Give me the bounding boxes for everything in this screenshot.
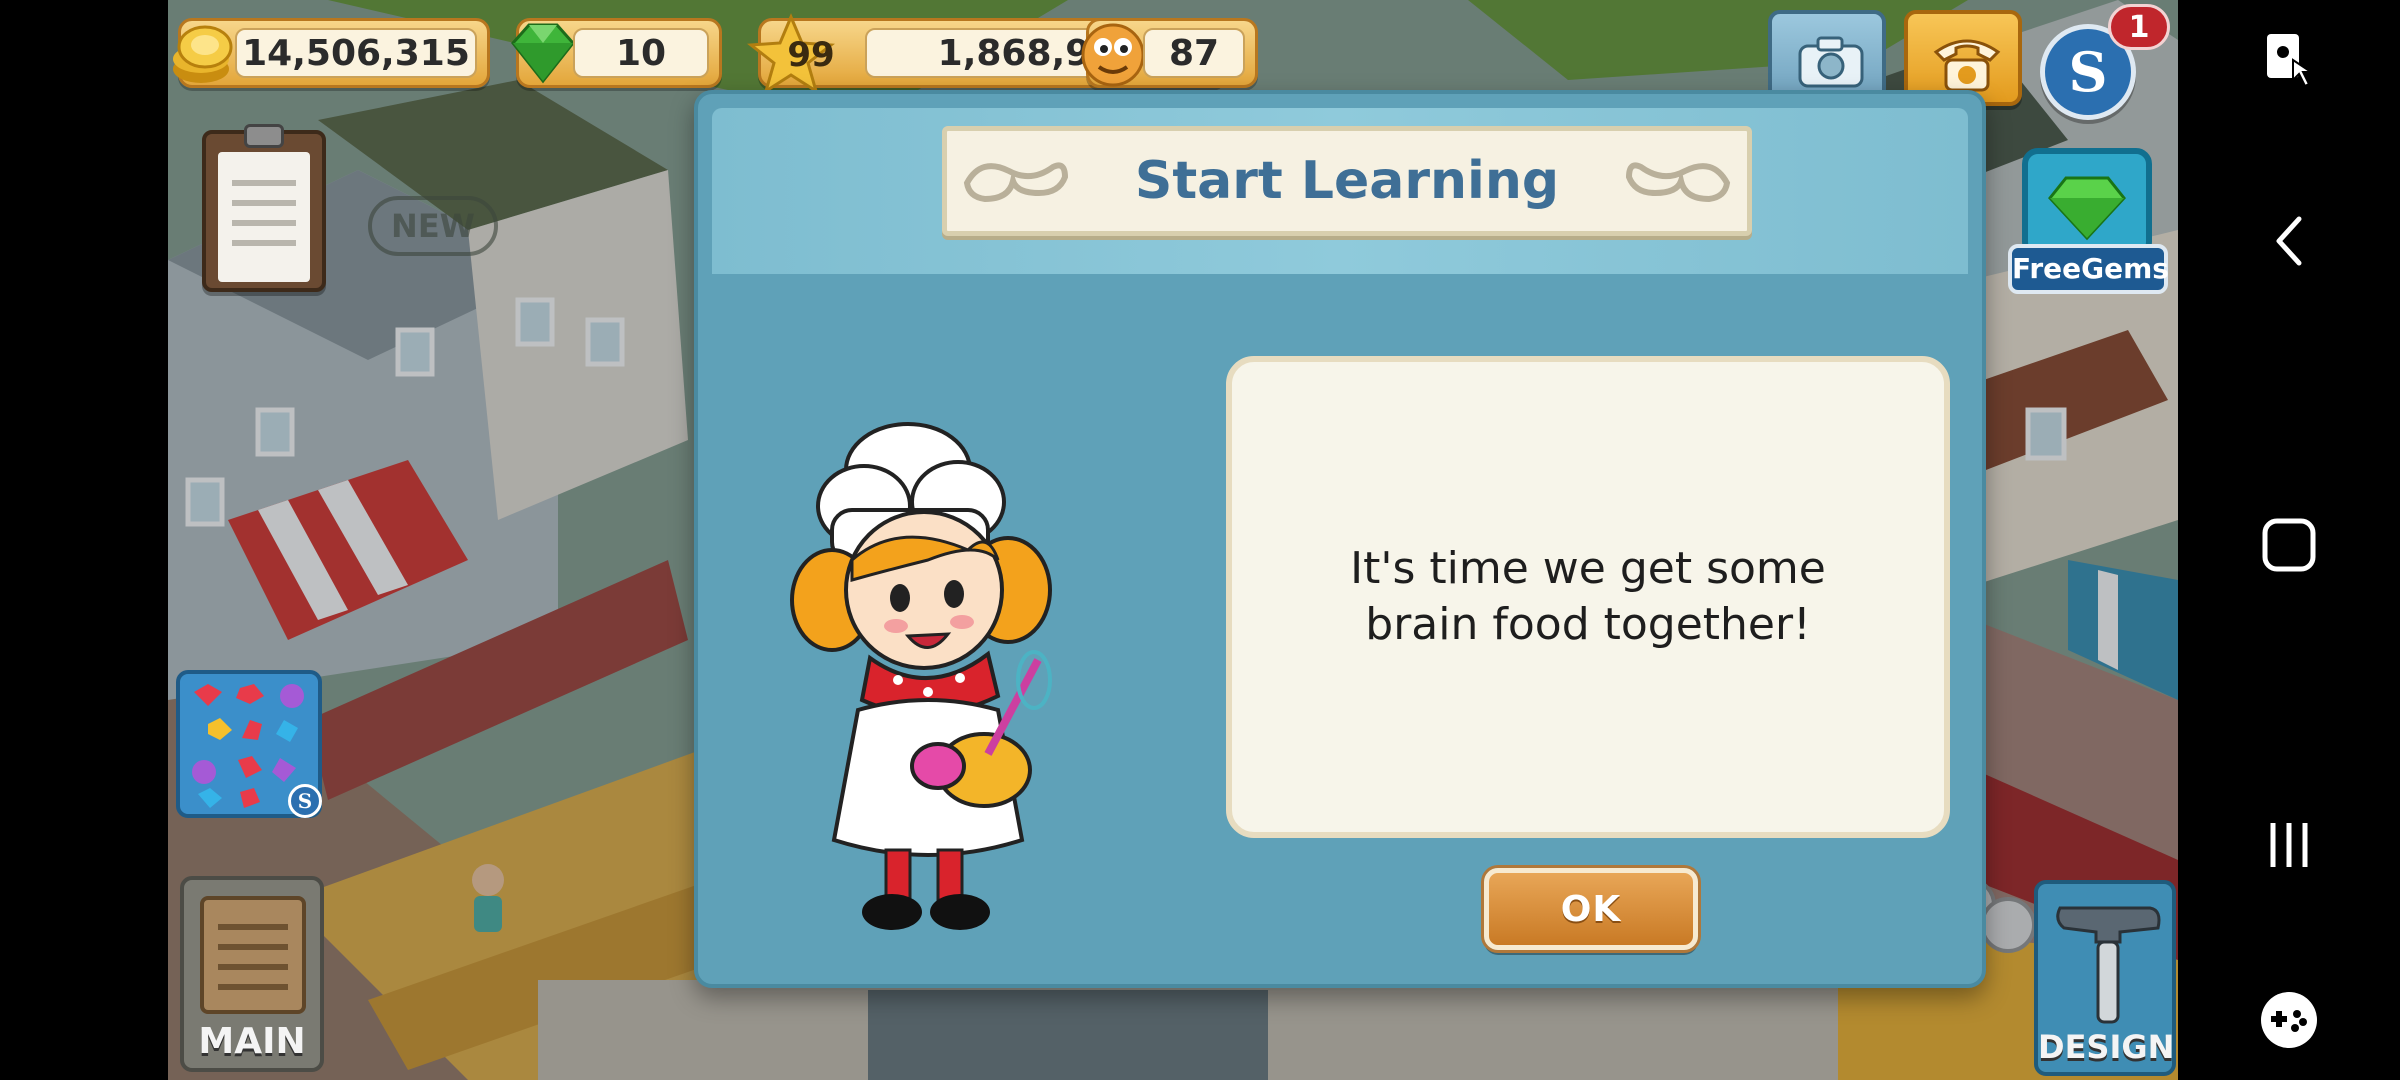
main-menu-button[interactable]: MAIN [180,876,324,1072]
notification-count: 1 [2128,9,2150,45]
recents-button[interactable] [2178,800,2400,890]
friends-counter[interactable]: 87 [1081,18,1258,88]
game-tools-button[interactable] [2178,980,2400,1060]
main-label: MAIN [198,1021,306,1062]
free-gems-label: FreeGems [2008,244,2169,294]
dialog-message: It's time we get some brain food togethe… [1350,543,1826,650]
free-gems-button[interactable]: FreeGems [2008,128,2169,296]
notification-badge: 1 [2108,4,2170,50]
hammer-icon [2050,898,2166,1032]
friends-value: 87 [1143,28,1245,78]
coins-counter[interactable]: 14,506,315 [173,18,490,88]
back-button[interactable] [2178,196,2400,286]
social-s-badge-icon: S [288,784,322,818]
right-swirl-ornament [1625,162,1731,203]
chef-character-illustration [790,422,1052,930]
gems-counter[interactable]: 10 [511,18,722,88]
main-clipboard-icon [200,896,306,1014]
coins-value: 14,506,315 [235,28,477,78]
home-button[interactable] [2178,500,2400,590]
goals-clipboard-button[interactable] [202,124,326,292]
new-badge: NEW [368,196,498,256]
clipboard-icon [218,152,310,282]
tv-gem-icon [2022,148,2152,258]
dialog-title: Start Learning [1134,151,1560,211]
gem-puzzle-button[interactable]: S [176,670,322,818]
game-controller-icon [2261,992,2317,1048]
telephone-icon [1930,30,2004,98]
gems-value: 10 [573,28,709,78]
screen-lock-icon [2267,34,2315,88]
screen-lock-button[interactable] [2178,20,2400,100]
title-banner: Start Learning [942,126,1752,236]
friend-face-icon [1075,15,1151,91]
design-button[interactable]: DESIGN [2034,880,2176,1076]
ok-button-label: OK [1560,888,1622,930]
design-label: DESIGN [2038,1028,2175,1066]
level-value: 99 [787,35,835,75]
message-box: It's time we get some brain food togethe… [1226,356,1950,838]
left-swirl-ornament [963,162,1069,203]
start-learning-dialog: Start Learning It's time we get some bra… [694,90,1986,988]
game-viewport[interactable]: 14,506,315 10 99 1,868,957 87 S 1 FreeGe… [168,0,2178,1080]
system-navigation-bar [2178,0,2400,1080]
recents-icon [2270,823,2308,867]
home-icon [2262,518,2316,572]
ok-button[interactable]: OK [1484,868,1698,950]
gold-coin-stack-icon [168,15,243,91]
social-s-icon: S [2068,40,2108,104]
back-icon [2276,216,2302,266]
green-gem-icon [505,15,581,91]
camera-icon [1796,34,1866,94]
